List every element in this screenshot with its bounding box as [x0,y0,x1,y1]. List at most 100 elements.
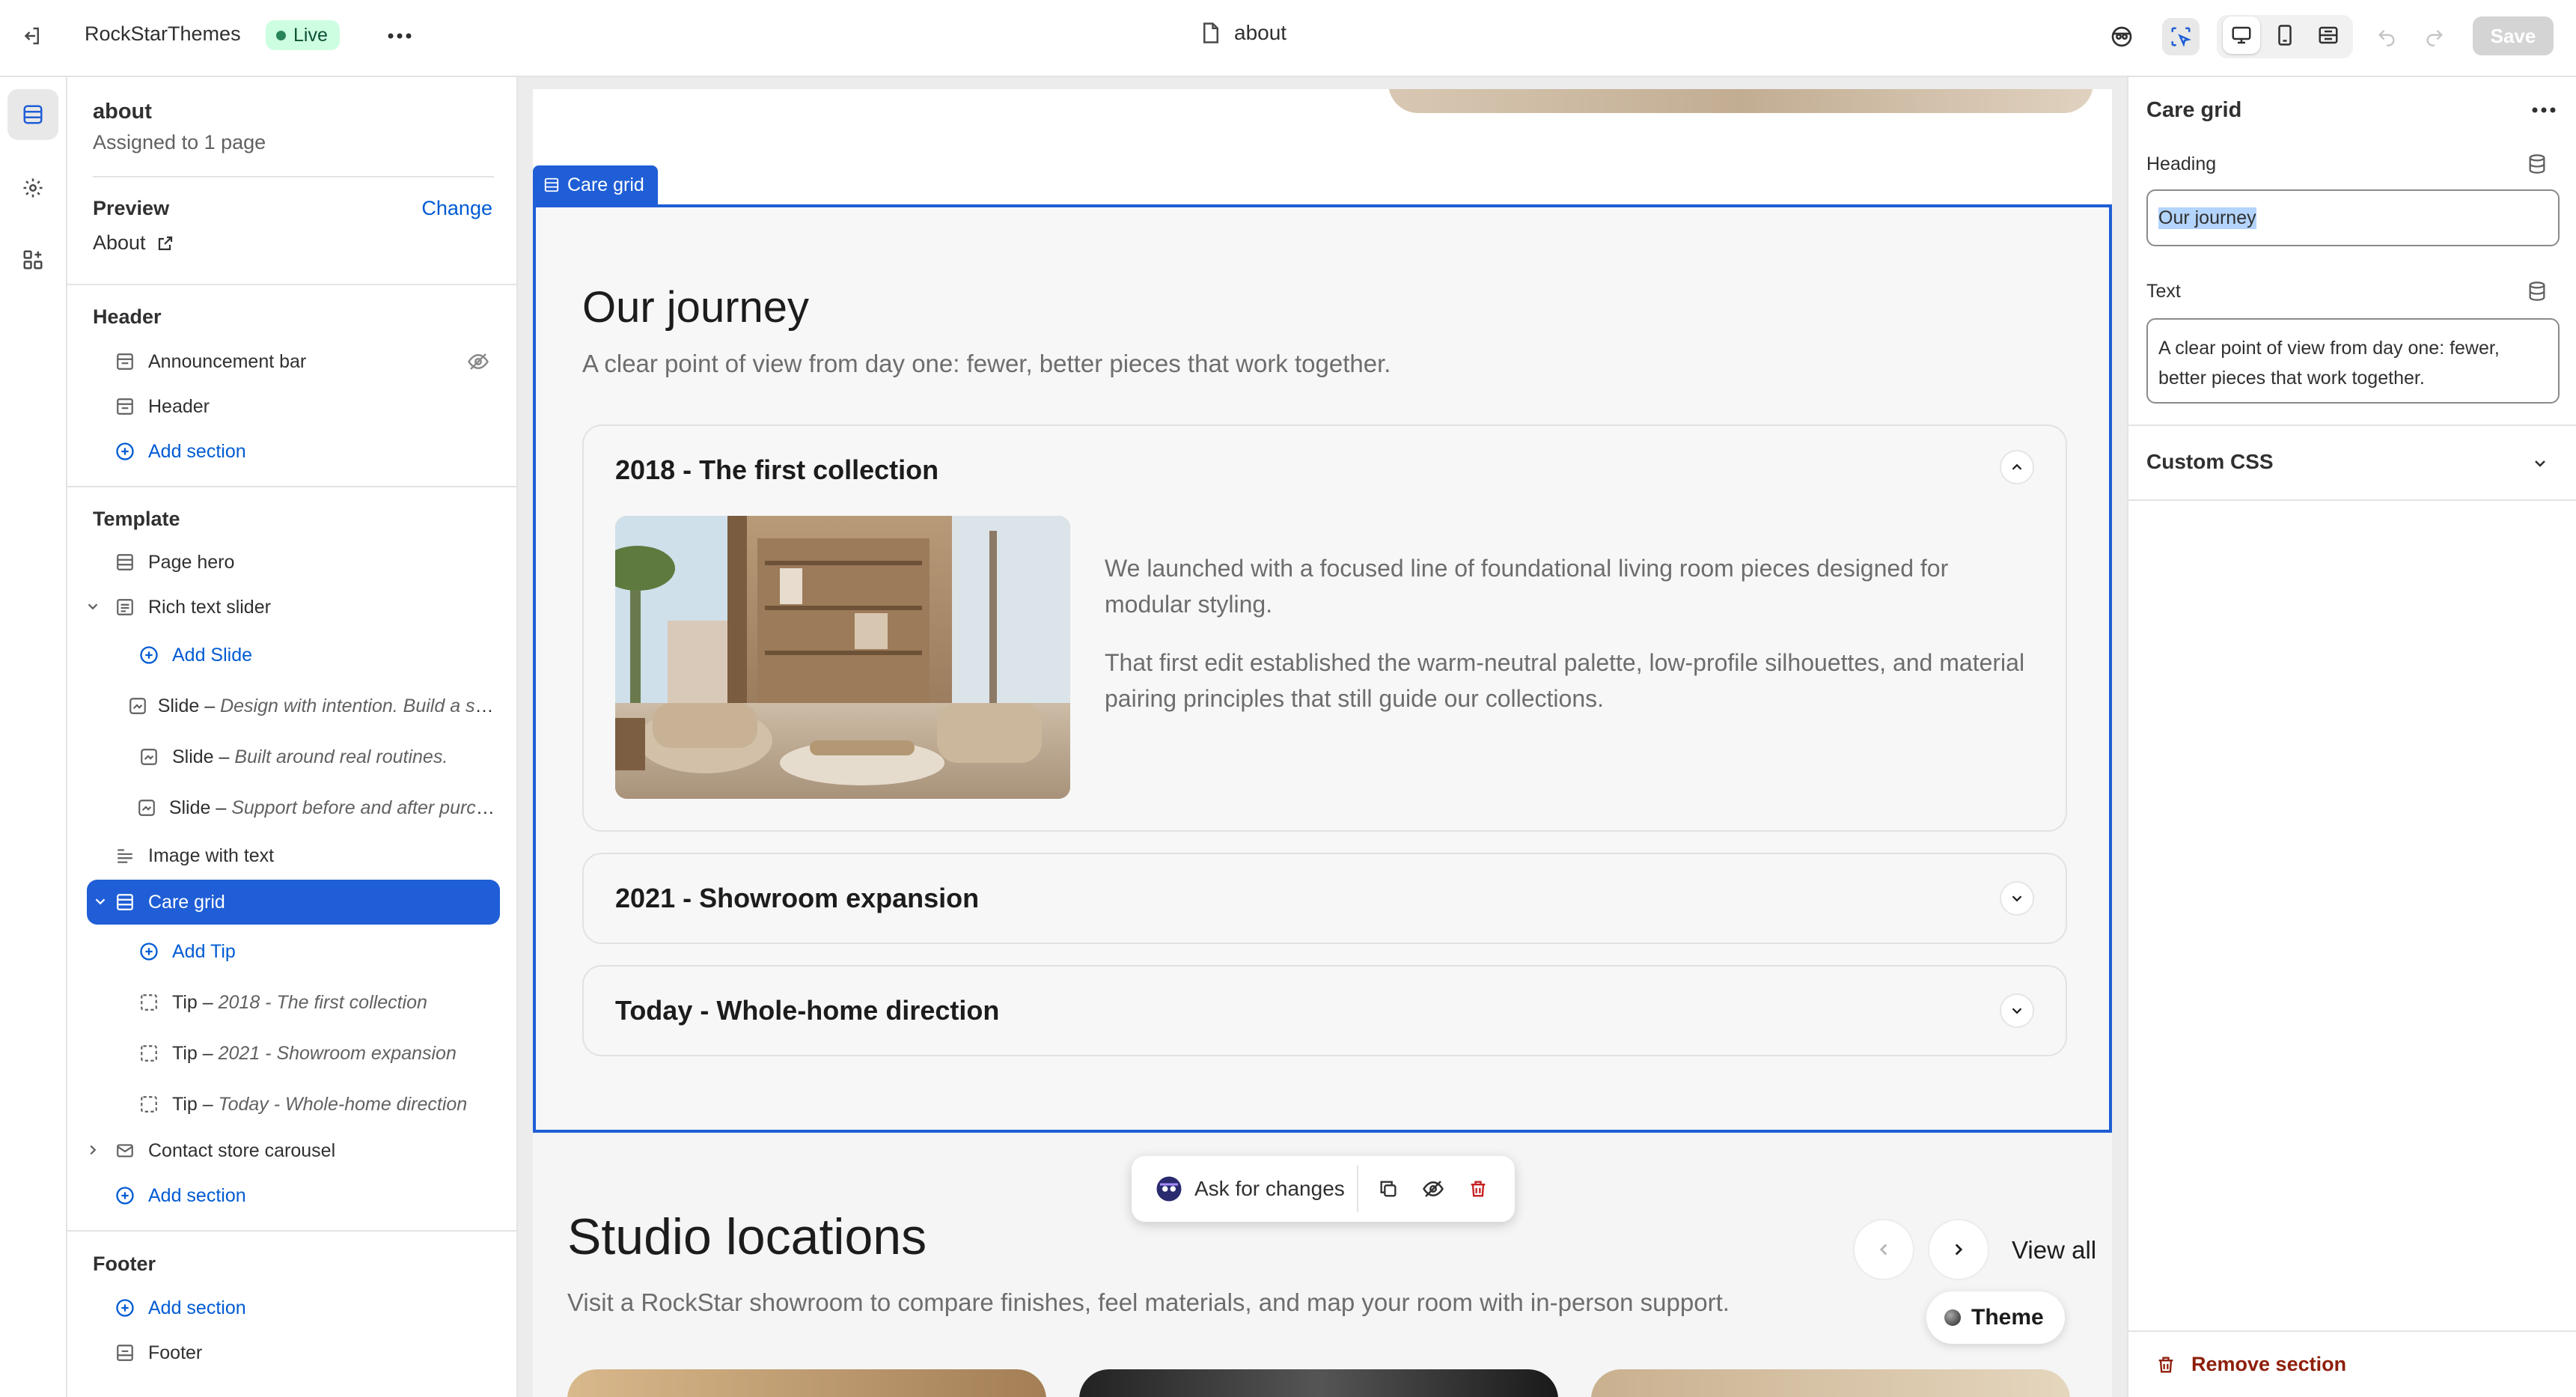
block-kind: Tip [172,1093,198,1115]
plus-circle-icon [112,1183,138,1208]
desktop-view-icon[interactable] [2223,16,2260,54]
block-tip-3[interactable]: Tip – Today - Whole-home direction [111,1083,500,1125]
chevron-down-icon[interactable] [91,893,109,910]
section-page-hero[interactable]: Page hero [87,541,500,583]
divider [67,284,518,285]
section-header[interactable]: Header [87,386,500,427]
section-tab-label: Care grid [567,174,644,195]
care-grid-section[interactable]: Our journey A clear point of view from d… [533,204,2112,1133]
template-name: about [93,100,152,124]
live-dot-icon [276,30,286,40]
theme-label: Theme [1971,1305,2044,1330]
block-slide-2[interactable]: Slide – Built around real routines. [111,736,500,778]
redo-icon[interactable] [2416,18,2453,55]
selected-section-tab[interactable]: Care grid [533,165,658,204]
section-label: Page hero [148,551,235,573]
view-all-link[interactable]: View all [2012,1236,2096,1264]
custom-css-label[interactable]: Custom CSS [2146,450,2274,474]
section-icon [112,394,138,419]
divider [2128,499,2576,501]
heading-input-value: Our journey [2158,207,2256,229]
dynamic-source-icon[interactable] [2522,149,2552,179]
more-options-icon[interactable] [382,21,418,51]
section-announcement-bar[interactable]: Announcement bar [87,341,500,383]
chevron-right-icon[interactable] [84,1142,102,1158]
section-footer[interactable]: Footer [87,1332,500,1374]
location-card-image[interactable] [1079,1369,1558,1397]
assigned-pages: Assigned to 1 page [93,131,266,153]
block-slide-3[interactable]: Slide – Support before and after purchas… [111,787,500,829]
section-rich-text-slider[interactable]: Rich text slider [87,586,500,628]
section-contact-store-carousel[interactable]: Contact store carousel [87,1130,500,1172]
carousel-prev-button[interactable] [1853,1219,1914,1280]
block-tip-2[interactable]: Tip – 2021 - Showroom expansion [111,1032,500,1074]
text-input[interactable]: A clear point of view from day one: fewe… [2146,318,2560,404]
theme-button[interactable]: Theme [1926,1291,2065,1344]
block-tip-1[interactable]: Tip – 2018 - The first collection [111,981,500,1023]
block-icon [136,990,162,1015]
plus-circle-icon [112,1295,138,1321]
accordion-item-2[interactable]: 2021 - Showroom expansion [582,853,2067,944]
location-card-image[interactable] [1591,1369,2070,1397]
more-options-icon[interactable] [2525,95,2563,125]
ask-for-changes-button[interactable]: Ask for changes [1144,1166,1358,1212]
section-icon [112,550,138,575]
chevron-up-icon[interactable] [2000,450,2034,484]
page-icon [1203,22,1218,43]
sections-sidebar: about Assigned to 1 page Preview Change … [67,77,518,1397]
accordion-paragraph: That first edit established the warm-neu… [1105,649,2025,712]
section-image-with-text[interactable]: Image with text [87,835,500,877]
fullscreen-view-icon[interactable] [2310,16,2347,54]
undo-icon[interactable] [2368,18,2405,55]
section-icon [112,889,138,915]
section-icon [112,594,138,620]
add-section-footer-button[interactable]: Add section [87,1287,500,1329]
location-card-image[interactable] [567,1369,1046,1397]
dynamic-source-icon[interactable] [2522,276,2552,306]
mobile-view-icon[interactable] [2266,16,2304,54]
accordion-item-3[interactable]: Today - Whole-home direction [582,965,2067,1056]
sections-icon[interactable] [7,89,58,140]
add-section-template-button[interactable]: Add section [87,1175,500,1217]
section-label: Announcement bar [148,350,307,372]
chevron-down-icon[interactable] [2525,448,2555,478]
chevron-down-icon[interactable] [2000,881,2034,916]
heading-input[interactable]: Our journey [2146,189,2560,246]
chevron-down-icon[interactable] [84,598,102,615]
apps-icon[interactable] [7,234,58,285]
chevron-down-icon[interactable] [2000,993,2034,1028]
sidekick-icon[interactable] [2103,18,2140,55]
block-kind: Slide [157,695,200,716]
section-care-grid[interactable]: Care grid [87,880,500,925]
accordion-item-1[interactable]: 2018 - The first collection We launched … [582,424,2067,832]
settings-gear-icon[interactable] [7,162,58,213]
delete-icon[interactable] [1456,1166,1501,1211]
text-label: Text [2146,281,2181,302]
block-kind: Tip [172,991,198,1013]
page-selector[interactable]: about [1201,21,1287,45]
remove-section-button[interactable]: Remove section [2155,1353,2346,1376]
left-rail [0,77,67,1397]
exit-icon[interactable] [15,19,48,52]
previous-section-image [1388,89,2093,113]
duplicate-icon[interactable] [1366,1166,1411,1211]
block-detail: Support before and after purchase. [231,797,500,818]
change-preview-link[interactable]: Change [421,197,492,220]
block-detail: 2021 - Showroom expansion [218,1042,457,1064]
panel-title: Care grid [2146,98,2242,122]
hidden-eye-icon[interactable] [467,350,489,373]
preview-page-link[interactable]: About [93,231,174,255]
add-section-header-button[interactable]: Add section [87,430,500,472]
hide-eye-icon[interactable] [1411,1166,1456,1211]
block-slide-1[interactable]: Slide – Design with intention. Build a s… [111,685,500,727]
carousel-next-button[interactable] [1928,1219,1989,1280]
save-button[interactable]: Save [2473,16,2554,55]
heading-label: Heading [2146,153,2217,174]
add-slide-button[interactable]: Add Slide [111,634,500,676]
add-tip-button[interactable]: Add Tip [111,931,500,973]
plus-circle-icon [112,439,138,464]
page-name: about [1234,21,1287,44]
inspector-icon[interactable] [2162,18,2200,55]
section-label: Care grid [148,891,225,913]
block-detail: Today - Whole-home direction [218,1093,468,1115]
